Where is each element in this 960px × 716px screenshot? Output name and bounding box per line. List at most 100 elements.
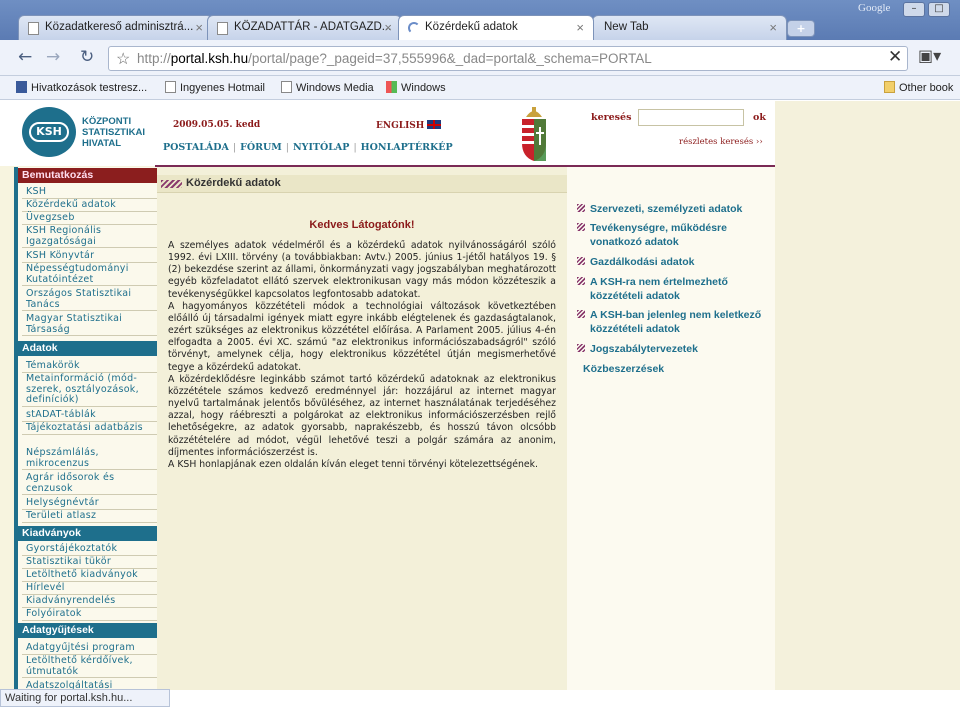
sidebar-item-metainformacio[interactable]: Metainformáció (mód-szerek, osztályozáso… (22, 373, 157, 407)
close-icon[interactable]: × (769, 20, 777, 35)
sidebar-item-nepszamlalas[interactable]: Népszámlálás, mikrocenzus (22, 447, 157, 470)
nav-separator: | (232, 142, 237, 153)
tab-label: New Tab (604, 21, 649, 33)
google-label: Google (858, 2, 891, 14)
page-icon (217, 22, 228, 35)
minimize-icon[interactable]: – (903, 2, 925, 17)
sidebar-item-folyoiratok[interactable]: Folyóiratok (22, 608, 157, 621)
org-name: KÖZPONTI STATISZTIKAI HIVATAL (82, 116, 145, 149)
sidebar-accent (14, 167, 18, 690)
paragraph: A KSH honlapjának ezen oldalán kíván ele… (168, 458, 538, 470)
link-szervezeti-adatok[interactable]: Szervezeti, személyzeti adatok (577, 203, 767, 217)
section-bemutatkozas[interactable]: Bemutatkozás (18, 168, 157, 183)
body-text: A személyes adatok védelméről és a közér… (168, 240, 556, 471)
bookmark-label: Other book (899, 82, 954, 94)
reload-icon[interactable]: ↻ (80, 49, 94, 66)
search-label: keresés (591, 112, 632, 123)
sidebar-item-kiadvanyrendeles[interactable]: Kiadványrendelés (22, 595, 157, 608)
sidebar-item-gyorstajekoztatok[interactable]: Gyorstájékoztatók (22, 543, 157, 556)
page-menu-icon[interactable]: ▣▾ (918, 46, 941, 65)
new-tab-button[interactable]: + (787, 20, 815, 37)
sidebar-item-stadat[interactable]: stADAT-táblák (22, 409, 157, 422)
bookmark-hivatkozasok[interactable]: Hivatkozások testresz... (16, 81, 147, 94)
search-ok-button[interactable]: ok (753, 112, 766, 123)
other-bookmarks[interactable]: Other book (884, 81, 953, 94)
bookmark-windows-media[interactable]: Windows Media (281, 81, 374, 94)
sidebar-item-letoltheto-kerdoivek[interactable]: Letölthető kérdőívek, útmutatók (22, 655, 157, 678)
bullet-icon (577, 344, 585, 352)
english-label: ENGLISH (376, 121, 425, 131)
folder-icon (884, 81, 895, 93)
sidebar-item-temakorok[interactable]: Témakörök (22, 360, 157, 373)
url-rest: /portal/page?_pageid=37,555996&_dad=port… (248, 51, 652, 66)
link-tevekenysegre[interactable]: Tevékenységre, működésre vonatkozó adato… (577, 222, 767, 249)
page-margin (775, 101, 960, 690)
maximize-icon[interactable]: □ (928, 2, 950, 17)
ksh-logo[interactable]: KSH (22, 107, 76, 157)
bullet-icon (577, 257, 585, 265)
sidebar-item-helysegnevtar[interactable]: Helységnévtár (22, 497, 157, 510)
tab-kozadatkereso[interactable]: Közadatkereső adminisztrá... × (18, 15, 213, 40)
nav-separator: | (353, 142, 357, 153)
sidebar-item-adatgyujtesi-program[interactable]: Adatgyűjtési program (22, 642, 157, 655)
link-nem-keletkezo[interactable]: A KSH-ban jelenleg nem keletkező közzété… (577, 309, 767, 336)
bullet-icon (577, 310, 585, 318)
bullet-icon (577, 223, 585, 231)
nav-honlapterkep[interactable]: HONLAPTÉRKÉP (361, 142, 453, 153)
link-label: A KSH-ra nem értelmezhető közzétételi ad… (590, 276, 728, 302)
tab-kozerdeku-adatok[interactable]: Közérdekű adatok × (398, 15, 594, 40)
link-kozbeszerzesek[interactable]: Közbeszerzések (583, 363, 664, 375)
close-icon[interactable]: × (576, 20, 584, 35)
section-adatgyujtesek[interactable]: Adatgyűjtések (18, 623, 157, 638)
bookmark-label: Ingyenes Hotmail (180, 82, 265, 94)
tab-new-tab[interactable]: New Tab × (592, 15, 787, 40)
page-icon (281, 81, 292, 93)
windows-icon (386, 81, 397, 93)
sidebar-item-tajekoztatasi[interactable]: Tájékoztatási adatbázis (22, 422, 157, 435)
bookmark-hotmail[interactable]: Ingyenes Hotmail (165, 81, 265, 94)
sidebar-item-uvegzseb[interactable]: Üvegzseb (22, 212, 157, 225)
advanced-search-link[interactable]: részletes keresés ›› (679, 137, 763, 147)
sidebar-item-regionalis[interactable]: KSH Regionális Igazgatóságai (22, 225, 157, 248)
sidebar-item-orszagos-tanacs[interactable]: Országos Statisztikai Tanács (22, 288, 157, 311)
nav-separator: | (285, 142, 289, 153)
sidebar-item-statisztikai-tukor[interactable]: Statisztikai tükör (22, 556, 157, 569)
sidebar-item-nepessegtudomanyi[interactable]: Népességtudományi Kutatóintézet (22, 263, 157, 286)
bookmarks-bar: Hivatkozások testresz... Ingyenes Hotmai… (0, 76, 960, 100)
search-input[interactable] (638, 109, 744, 126)
close-icon[interactable]: × (195, 20, 203, 35)
bookmark-windows[interactable]: Windows (386, 81, 446, 94)
sidebar-item-agrar[interactable]: Agrár idősorok és cenzusok (22, 472, 157, 495)
nav-nyitolap[interactable]: NYITÓLAP (293, 142, 349, 153)
link-label: Tevékenységre, működésre vonatkozó adato… (590, 222, 727, 248)
bookmark-label: Hivatkozások testresz... (31, 82, 148, 94)
bookmark-label: Windows (401, 82, 446, 94)
close-icon[interactable]: × (384, 20, 392, 35)
sidebar-item-letoltheto-kiadvanyok[interactable]: Letölthető kiadványok (22, 569, 157, 582)
back-icon[interactable]: ← (18, 49, 32, 66)
section-kiadvanyok[interactable]: Kiadványok (18, 526, 157, 541)
section-adatok[interactable]: Adatok (18, 341, 157, 356)
url-host: portal.ksh.hu (170, 51, 249, 66)
nav-postalada[interactable]: POSTALÁDA (163, 142, 229, 153)
link-gazdalkodasi[interactable]: Gazdálkodási adatok (577, 256, 767, 270)
logo-text: KSH (29, 122, 69, 142)
star-icon[interactable]: ☆ (116, 49, 130, 69)
english-link[interactable]: ENGLISH (376, 120, 442, 131)
tab-kozadattar[interactable]: KÖZADATTÁR - ADATGAZD... × (207, 15, 402, 40)
sidebar-item-kozerdeku-adatok[interactable]: Közérdekű adatok (22, 199, 157, 212)
stop-icon[interactable]: ✕ (888, 47, 902, 67)
sidebar-item-teruleti-atlasz[interactable]: Területi atlasz (22, 510, 157, 523)
paragraph: A személyes adatok védelméről és a közér… (168, 240, 556, 300)
web-page: KSH KÖZPONTI STATISZTIKAI HIVATAL 2009.0… (0, 101, 960, 690)
tab-label: Közérdekű adatok (425, 21, 518, 33)
sidebar-item-konyvtar[interactable]: KSH Könyvtár (22, 250, 157, 263)
address-bar[interactable]: ☆ http://portal.ksh.hu/portal/page?_page… (108, 46, 908, 71)
nav-forum[interactable]: FÓRUM (240, 142, 282, 153)
sidebar-item-ksh[interactable]: KSH (22, 186, 157, 199)
forward-icon[interactable]: → (46, 49, 60, 66)
sidebar-item-hirlevel[interactable]: Hírlevél (22, 582, 157, 595)
sidebar-item-magyar-tarsasag[interactable]: Magyar Statisztikai Társaság (22, 313, 157, 336)
link-jogszabalytervezetek[interactable]: Jogszabálytervezetek (577, 343, 767, 357)
link-nem-ertelmezheto[interactable]: A KSH-ra nem értelmezhető közzétételi ad… (577, 276, 767, 303)
